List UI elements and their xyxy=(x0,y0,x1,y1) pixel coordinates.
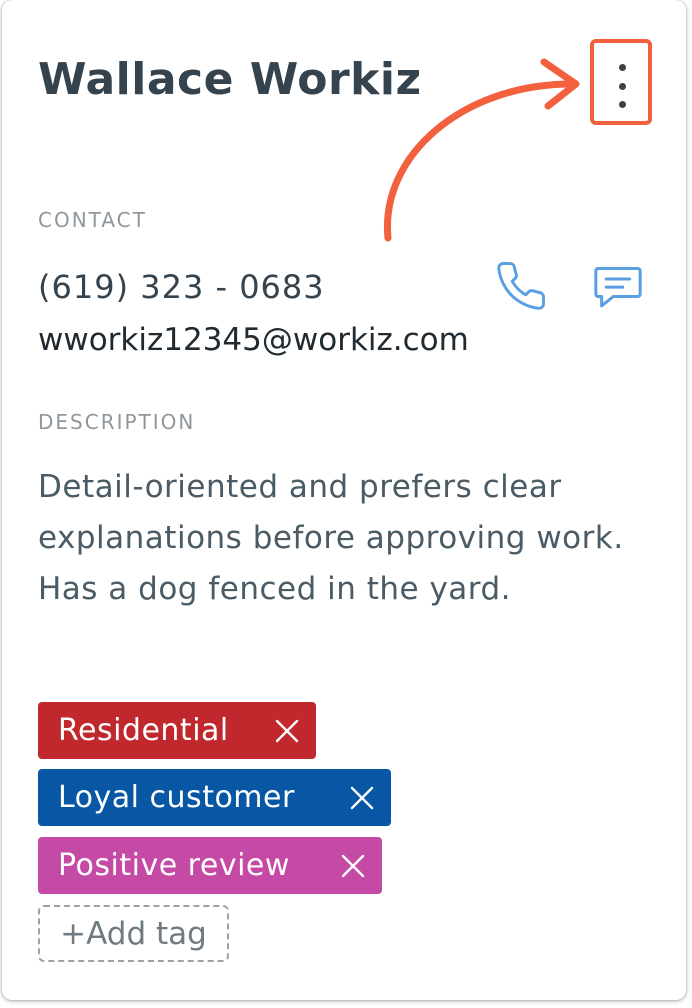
phone-number[interactable]: (619) 323 - 0683 xyxy=(38,268,325,306)
more-options-button[interactable] xyxy=(608,64,636,108)
tag-label: Positive review xyxy=(58,848,290,883)
close-icon[interactable] xyxy=(274,718,300,744)
chat-bubble-icon xyxy=(594,266,642,308)
tag-positive-review: Positive review xyxy=(38,837,382,894)
customer-card: Wallace Workiz CONTACT (619) 323 - 0683 … xyxy=(2,0,686,1000)
description-text: Detail-oriented and prefers clear explan… xyxy=(38,469,624,607)
close-icon[interactable] xyxy=(340,853,366,879)
email-address[interactable]: wworkiz12345@workiz.com xyxy=(38,322,469,358)
curved-arrow-icon xyxy=(383,58,580,242)
tag-label: Residential xyxy=(58,713,229,748)
contact-label: CONTACT xyxy=(38,208,147,232)
kebab-menu-icon-dot xyxy=(618,82,626,90)
description-label: DESCRIPTION xyxy=(38,410,196,434)
message-button[interactable] xyxy=(590,258,646,314)
tag-loyal-customer: Loyal customer xyxy=(38,769,391,826)
call-button[interactable] xyxy=(494,258,548,314)
customer-name: Wallace Workiz xyxy=(38,54,422,105)
tag-label: Loyal customer xyxy=(58,780,295,815)
close-icon[interactable] xyxy=(349,785,375,811)
kebab-menu-icon xyxy=(618,64,626,71)
kebab-menu-icon-dot xyxy=(618,101,626,108)
add-tag-button[interactable]: +Add tag xyxy=(38,905,229,962)
phone-icon xyxy=(497,262,545,310)
tag-residential: Residential xyxy=(38,702,316,759)
